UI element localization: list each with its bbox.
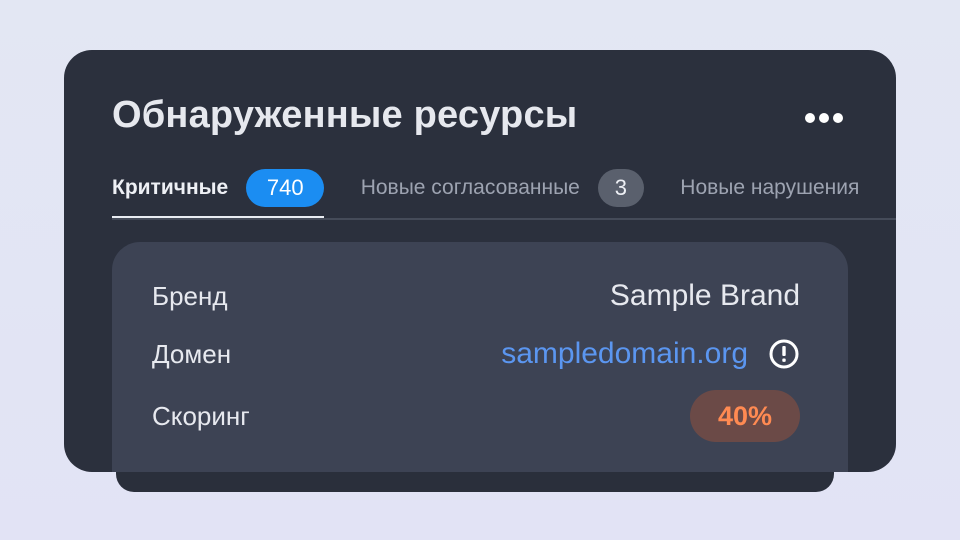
brand-value: Sample Brand [609,279,800,312]
discovered-resources-panel: Обнаруженные ресурсы Критичные 740 Новые… [64,50,896,472]
more-options-button[interactable] [798,104,850,132]
more-dot-icon [819,113,829,123]
resource-card: Бренд Sample Brand Домен sampledomain.or… [112,242,848,472]
tab-new-approved[interactable]: Новые согласованные 3 [361,162,644,214]
score-label: Скоринг [152,400,250,431]
more-dot-icon [805,113,815,123]
tab-label: Новые согласованные [360,176,580,199]
tab-label: Новые нарушения [680,176,860,199]
tab-count-badge: 740 [246,169,325,207]
tab-label: Критичные [112,176,229,199]
domain-row: Домен sampledomain.org [152,334,800,374]
more-dot-icon [833,113,843,123]
tab-bar: Критичные 740 Новые согласованные 3 Новы… [112,162,896,220]
alert-info-icon[interactable] [768,338,800,370]
tab-critical[interactable]: Критичные 740 [112,162,325,218]
panel-title: Обнаруженные ресурсы [112,94,578,136]
score-row: Скоринг 40% [152,390,800,442]
domain-label: Домен [152,338,232,369]
brand-label: Бренд [152,280,228,311]
domain-value-group: sampledomain.org [501,337,800,371]
score-badge: 40% [690,390,800,442]
domain-link[interactable]: sampledomain.org [501,337,748,371]
tab-new-violations[interactable]: Новые нарушения [680,162,859,214]
tab-count-badge: 3 [597,169,644,207]
brand-row: Бренд Sample Brand [152,276,800,316]
